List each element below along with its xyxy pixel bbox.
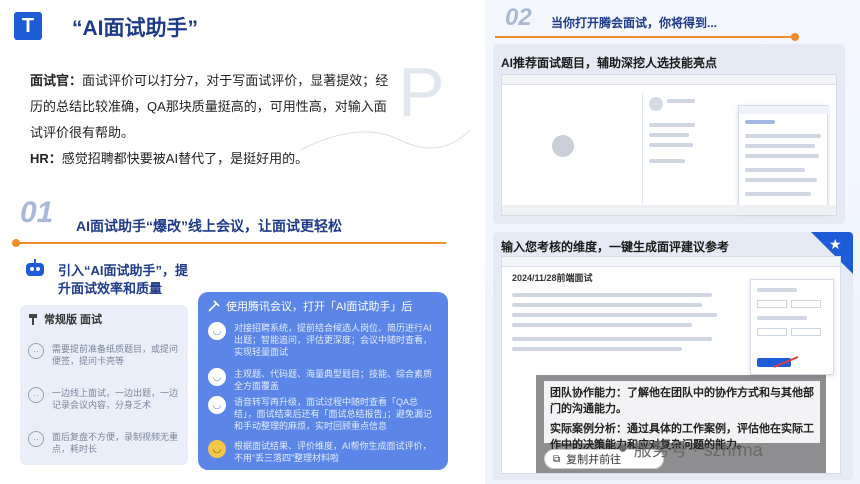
watermark-text: 服务号 · szhrma: [633, 440, 763, 460]
robot-icon: [26, 259, 44, 276]
avatar: [649, 97, 663, 111]
standard-item-text: 需要提前准备纸质题目，或提问便签，提问卡壳等: [52, 344, 179, 366]
standard-panel-heading: 常规版 面试: [44, 314, 103, 326]
star-icon: ★: [829, 236, 842, 252]
testimonial-quote: 面试官：面试评价可以打分7，对于写面试评价，显著提效；经历的总结比较准确，QA那…: [30, 68, 390, 172]
quote-text-hr: 感觉招聘都快要被AI替代了，是挺好用的。: [61, 151, 309, 166]
smile-icon: ◡: [208, 396, 226, 414]
ai-item-text: 主观题、代码题、海量典型题目；技能、综合素质全方面覆盖: [234, 369, 433, 391]
ai-item-text: 根据面试结果、评价维度，AI帮你生成面试评价，不用“丢三落四”整理材料啦: [234, 441, 432, 463]
quote-label-hr: HR：: [30, 151, 62, 166]
slide-title: “AI面试助手”: [72, 17, 198, 40]
meeting-controls-bar: [502, 205, 836, 215]
pointer-arrow-icon: [773, 356, 799, 368]
list-item: ·· 面后复盘不方便，录制视频无重点，耗时长: [28, 431, 180, 455]
text-line: [745, 134, 821, 138]
form-field[interactable]: [791, 328, 821, 336]
standard-item-text: 一边线上面试，一边出题，一边记录会议内容，分身乏术: [52, 388, 179, 410]
list-item: ·· 一边线上面试，一边出题，一边记录会议内容，分身乏术: [28, 387, 180, 411]
section-line-dot: [791, 33, 799, 41]
text-line: [667, 99, 695, 103]
section-title-02: 当你打开腾会面试，你将得到...: [551, 16, 718, 30]
text-line: [512, 313, 717, 317]
form-field[interactable]: [757, 328, 787, 336]
intro-text: 引入“AI面试助手”，提升面试效率和质量: [58, 263, 189, 296]
right-slide: 02 当你打开腾会面试，你将得到... AI推荐面试题目，辅助深挖人选技能亮点: [485, 0, 860, 484]
sidebar-tabs: [739, 106, 829, 114]
text-line: [512, 303, 702, 307]
text-line: [757, 316, 807, 320]
text-line: [745, 178, 817, 182]
app-logo: T: [14, 12, 42, 40]
text-line: [512, 293, 712, 297]
meeting-window-mock: [501, 74, 837, 216]
ai-sidebar-panel: [738, 105, 829, 213]
form-field[interactable]: [791, 300, 821, 308]
text-line: [745, 144, 815, 148]
watermark: ● 服务号 · szhrma: [618, 436, 763, 462]
section-divider-line: [495, 36, 795, 38]
hammer-icon: [29, 314, 37, 325]
left-slide: T “AI面试助手” P 面试官：面试评价可以打分7，对于写面试评价，显著提效；…: [0, 0, 470, 484]
chat-column: [642, 93, 702, 213]
text-line: [649, 133, 689, 137]
text-line: [745, 192, 811, 196]
text-line: [757, 288, 797, 292]
neutral-face-icon: ··: [28, 343, 44, 359]
list-item: ◡ 根据面试结果、评价维度，AI帮你生成面试评价，不用“丢三落四”整理材料啦: [208, 440, 440, 464]
standard-item-text: 面后复盘不方便，录制视频无重点，耗时长: [52, 432, 179, 454]
text-line: [512, 323, 692, 327]
smile-icon: ◡: [208, 322, 226, 340]
text-line: [745, 168, 805, 172]
document-title: 2024/11/28前端面试: [512, 273, 593, 283]
ai-item-text: 对接招聘系统，提前结合候选人岗位、简历进行AI出题；智能追问，评估更深度；会议中…: [234, 323, 433, 357]
list-item: ◡ 主观题、代码题、海量典型题目；技能、综合素质全方面覆盖: [208, 368, 440, 392]
tools-icon: [208, 300, 220, 312]
quote-label-interviewer: 面试官：: [30, 73, 83, 88]
grin-icon: ◡: [208, 440, 226, 458]
standard-panel-header: 常规版 面试: [28, 311, 102, 327]
text-line: [512, 347, 682, 351]
copy-button-label: 复制并前往: [566, 454, 622, 466]
section-number-02: 02: [505, 4, 532, 31]
wechat-icon: ●: [618, 440, 628, 457]
logo-glyph: T: [21, 14, 35, 37]
window-toolbar: [502, 75, 836, 85]
neutral-face-icon: ··: [28, 387, 44, 403]
list-item: ◡ 对接招聘系统，提前结合候选人岗位、简历进行AI出题；智能追问，评估更深度；会…: [208, 322, 440, 358]
copy-icon: ⧉: [553, 453, 561, 465]
text-line: [649, 143, 693, 147]
section-number-01: 01: [20, 196, 54, 229]
smile-icon: ◡: [208, 368, 226, 386]
form-field[interactable]: [757, 300, 787, 308]
section-title-01: AI面试助手“爆改”线上会议，让面试更轻松: [76, 218, 342, 234]
text-line: [649, 159, 685, 163]
section-divider-line: [16, 242, 446, 244]
quote-text-interviewer: 面试评价可以打分7，对于写面试评价，显著提效；经历的总结比较准确，QA那块质量挺…: [30, 73, 389, 140]
avatar: [552, 135, 574, 157]
ai-assistant-panel: 使用腾讯会议，打开「AI面试助手」后 ◡ 对接招聘系统，提前结合候选人岗位、简历…: [198, 292, 448, 470]
overlay-text-box: 团队协作能力：了解他在团队中的协作方式和与其他部门的沟通能力。 实际案例分析：通…: [544, 381, 820, 451]
text-line: [745, 154, 819, 158]
ai-panel-heading: 使用腾讯会议，打开「AI面试助手」后: [226, 301, 413, 313]
ai-item-text: 语音转写再升级，面试过程中随时查看「QA总结」，面试结束后还有「面试总结报告」；…: [234, 397, 433, 431]
list-item: ·· 需要提前准备纸质题目，或提问便签，提问卡壳等: [28, 343, 180, 367]
text-line: [745, 120, 775, 124]
list-item: ◡ 语音转写再升级，面试过程中随时查看「QA总结」，面试结束后还有「面试总结报告…: [208, 396, 440, 432]
screenshot-1-caption: AI推荐面试题目，辅助深挖人选技能亮点: [501, 56, 718, 70]
screenshot-2-caption: 输入您考核的维度，一键生成面评建议参考: [501, 240, 730, 254]
screenshot-card-1: AI推荐面试题目，辅助深挖人选技能亮点: [493, 44, 845, 224]
text-line: [512, 337, 712, 341]
text-line: [649, 123, 695, 127]
neutral-face-icon: ··: [28, 431, 44, 447]
window-toolbar: [502, 257, 840, 267]
ai-panel-header: 使用腾讯会议，打开「AI面试助手」后: [208, 298, 412, 314]
overlay-line-teamwork: 团队协作能力：了解他在团队中的协作方式和与其他部门的沟通能力。: [550, 387, 814, 415]
standard-interview-panel: 常规版 面试 ·· 需要提前准备纸质题目，或提问便签，提问卡壳等 ·· 一边线上…: [20, 305, 188, 465]
